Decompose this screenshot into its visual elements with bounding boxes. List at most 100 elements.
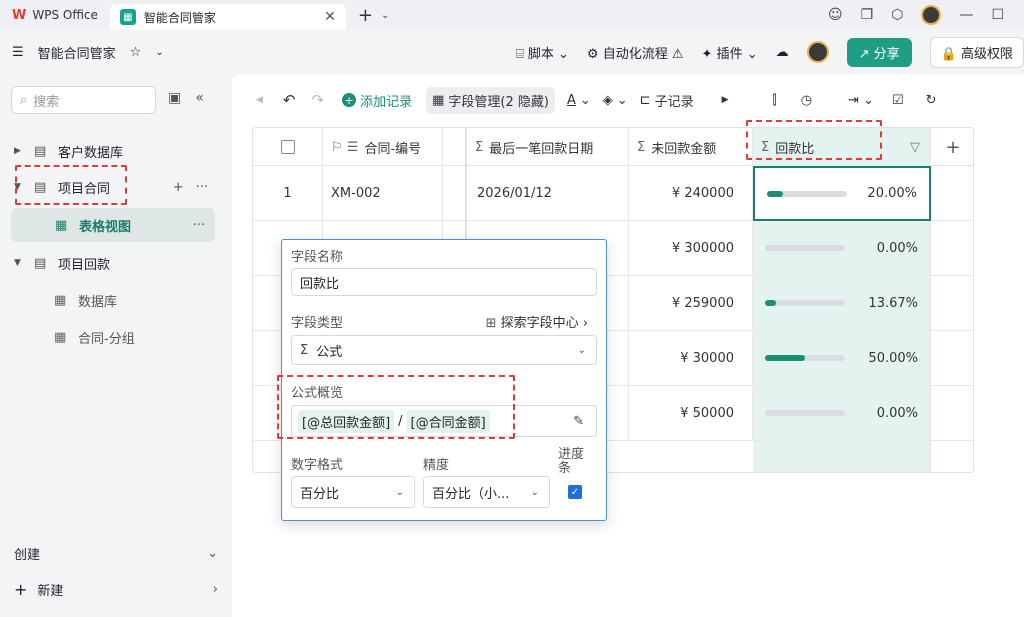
ratio-percent: 13.67% — [868, 295, 918, 311]
minimize-icon[interactable]: — — [959, 7, 973, 23]
pencil-icon[interactable]: ✎ — [573, 414, 584, 429]
filter-icon[interactable]: ▽ — [910, 140, 920, 155]
tab-active-label: 智能合同管家 — [143, 10, 216, 25]
add-record-button[interactable]: + 添加记录 — [336, 87, 418, 114]
cell-unpaid[interactable]: ¥ 240000 — [629, 166, 753, 221]
close-icon[interactable]: ✕ — [324, 9, 336, 25]
text-color-button[interactable]: A ⌄ — [561, 89, 597, 112]
cell-last-date[interactable]: 2026/01/12 — [467, 166, 629, 221]
cell-ratio[interactable]: 20.00% — [753, 166, 931, 221]
sigma-icon: Σ — [475, 139, 484, 155]
cell-unpaid[interactable]: ¥ 50000 — [629, 386, 753, 441]
cell-ratio[interactable]: 13.67% — [753, 276, 931, 331]
annotation-box-project-contract — [15, 165, 127, 205]
user-avatar[interactable] — [806, 41, 829, 63]
chevron-down-icon[interactable]: ⌄ — [207, 546, 218, 561]
cell-text: ¥ 50000 — [680, 405, 734, 421]
more-icon[interactable]: ··· — [196, 180, 208, 195]
column-gap — [443, 128, 467, 166]
sidebar-item-database[interactable]: ▦ 数据库 — [0, 283, 232, 317]
avatar[interactable] — [921, 5, 942, 25]
field-manage-button[interactable]: ▦ 字段管理(2 隐藏) — [426, 86, 555, 114]
progress-track — [765, 410, 845, 416]
wps-logo-icon: W — [12, 7, 27, 23]
number-format-label: 数字格式 — [291, 458, 344, 473]
sidebar-item-project-payment[interactable]: ▼ ▤ 项目回款 — [0, 246, 232, 280]
share-button[interactable]: ↗ 分享 — [846, 37, 912, 67]
tab-wps-office[interactable]: W WPS Office — [0, 0, 110, 30]
cell-contract-no[interactable]: XM-002 — [323, 166, 443, 221]
create-section[interactable]: 创建 ⌄ — [0, 536, 232, 570]
number-format-select[interactable]: 百分比 ⌄ — [291, 476, 415, 508]
caret-down-icon[interactable]: ▼ — [14, 258, 26, 268]
grid-view-icon: ▦ — [55, 217, 68, 233]
flag-icon: ⚐ ☰ — [331, 139, 359, 155]
field-type-value: 公式 — [316, 344, 343, 360]
table-app-icon: ▦ — [119, 9, 136, 25]
add-icon[interactable]: + — [173, 180, 184, 195]
sidebar-item-customer-db[interactable]: ▶ ▤ 客户数据库 — [0, 134, 232, 168]
more-icon[interactable]: ··· — [193, 218, 205, 233]
field-type-select[interactable]: Σ 公式 ⌄ — [291, 335, 597, 365]
precision-select[interactable]: 百分比（小... ⌄ — [423, 476, 550, 508]
caret-right-icon[interactable]: ▶ — [722, 95, 729, 105]
advanced-permission-button[interactable]: 🔒 高级权限 — [929, 36, 1024, 68]
double-chevron-left-icon[interactable]: « — [195, 90, 204, 106]
hierarchy-icon: ⊏ — [639, 92, 651, 108]
cell-ratio[interactable]: 0.00% — [753, 386, 931, 441]
chevron-down-icon[interactable]: ⌄ — [155, 47, 163, 58]
progress-bar-checkbox[interactable]: ✓ — [568, 485, 582, 499]
column-header-contract-no[interactable]: ⚐ ☰ 合同-编号 — [323, 128, 443, 166]
tab-contract-manager[interactable]: ▦ 智能合同管家 ✕ — [109, 4, 346, 30]
caret-right-icon[interactable]: ▶ — [14, 146, 26, 156]
sub-record-label: 子记录 — [654, 94, 694, 110]
clipboard-check-icon[interactable]: ☑ — [892, 93, 904, 108]
script-button[interactable]: ⌸ 脚本 ⌄ — [516, 43, 569, 62]
history-icon[interactable]: ◷ — [801, 93, 812, 108]
field-name-input[interactable]: 回款比 — [291, 268, 597, 296]
undo-icon[interactable]: ↶ — [283, 91, 296, 109]
row-index-cell[interactable]: 1 — [253, 166, 323, 221]
sidebar-item-grid-view[interactable]: ▦ 表格视图 ··· — [11, 208, 215, 242]
automation-button[interactable]: ⚙ 自动化流程 ⚠ — [587, 43, 684, 62]
copy-icon[interactable]: ❐ — [861, 7, 874, 23]
chevron-down-icon[interactable]: ⌄ — [381, 10, 389, 21]
collapse-panel-icon[interactable]: ▣ — [168, 90, 181, 106]
sub-record-button[interactable]: ⊏ 子记录 — [634, 87, 700, 114]
select-all-checkbox[interactable] — [280, 140, 295, 154]
chevron-right-icon[interactable]: › — [213, 582, 218, 597]
search-input[interactable]: ⌕ 搜索 — [11, 86, 156, 114]
select-all-cell[interactable] — [253, 128, 323, 166]
new-tab-icon[interactable]: + — [358, 5, 373, 26]
bot-icon[interactable]: ☺ — [828, 7, 843, 23]
column-header-last-date[interactable]: Σ 最后一笔回款日期 — [467, 128, 629, 166]
cube-icon[interactable]: ⬡ — [891, 7, 903, 23]
menu-icon[interactable]: ☰ — [12, 45, 24, 60]
cloud-icon[interactable]: ☁ — [776, 45, 789, 60]
cell-unpaid[interactable]: ¥ 30000 — [629, 331, 753, 386]
progress-track — [765, 245, 845, 251]
field-name-label: 字段名称 — [291, 250, 344, 265]
add-column-button[interactable]: + — [931, 128, 973, 166]
plus-circle-icon: + — [342, 93, 357, 107]
share-label: 分享 — [873, 46, 900, 62]
column-header-unpaid[interactable]: Σ 未回款金额 — [629, 128, 753, 166]
star-icon[interactable]: ☆ — [130, 45, 142, 60]
new-button[interactable]: + 新建 › — [0, 572, 232, 606]
caret-left-icon[interactable]: ◀ — [256, 95, 263, 105]
cell-unpaid[interactable]: ¥ 300000 — [629, 221, 753, 276]
maximize-icon[interactable]: ☐ — [991, 7, 1004, 23]
fill-color-button[interactable]: ◈ ⌄ — [597, 89, 634, 112]
redo-icon[interactable]: ↷ — [312, 91, 325, 109]
cell-empty — [931, 221, 973, 276]
column-add-icon[interactable]: ⫿ — [773, 93, 777, 108]
sidebar-item-contract-group[interactable]: ▦ 合同-分组 — [0, 320, 232, 354]
cell-ratio[interactable]: 50.00% — [753, 331, 931, 386]
cell-ratio[interactable]: 0.00% — [753, 221, 931, 276]
plugins-button[interactable]: ✦ 插件 ⌄ — [702, 43, 758, 62]
refresh-icon[interactable]: ↻ — [926, 93, 937, 108]
explore-field-center-link[interactable]: ⊞ 探索字段中心 › — [486, 312, 588, 331]
progress-track — [765, 355, 845, 361]
export-icon[interactable]: ⇥ ⌄ — [848, 93, 874, 108]
cell-unpaid[interactable]: ¥ 259000 — [629, 276, 753, 331]
